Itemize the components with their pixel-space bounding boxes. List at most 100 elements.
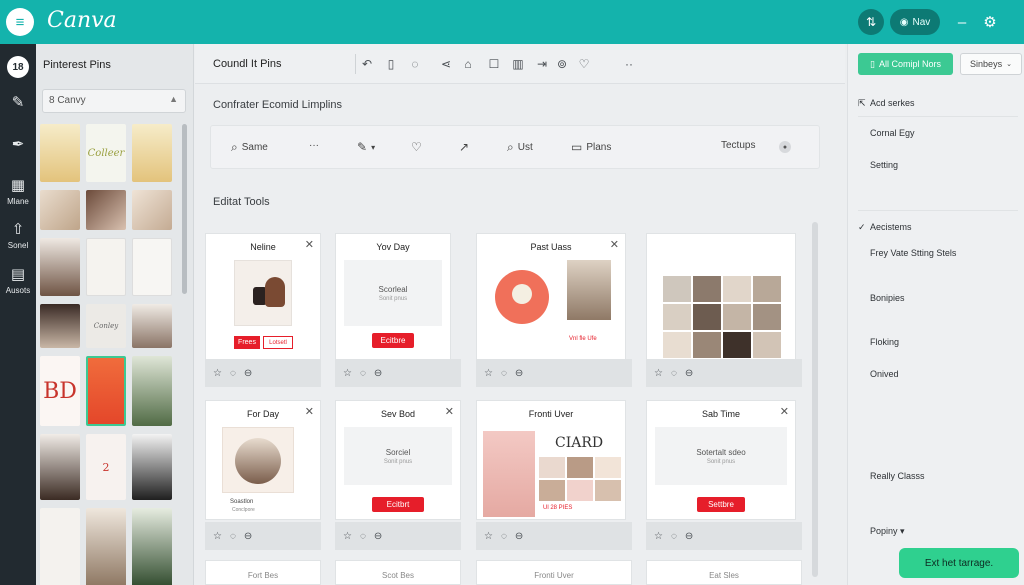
more-button[interactable]: ··· <box>309 140 319 151</box>
layout-icon[interactable]: ▥ <box>509 55 527 73</box>
rail-item-assets[interactable]: ▤ Ausots <box>0 266 36 295</box>
comment-icon[interactable]: ◌ <box>360 368 366 379</box>
template-thumb[interactable] <box>132 124 172 182</box>
save-button[interactable]: ⌕ Same <box>231 140 268 155</box>
pin-card[interactable]: For Day ✕ Soastlon Conclpore <box>205 400 321 520</box>
link-icon[interactable]: ⊖ <box>515 368 523 379</box>
pin-card-partial[interactable]: Scot Bes <box>335 560 461 585</box>
comment-icon[interactable]: ◌ <box>360 531 366 542</box>
star-icon[interactable]: ☆ <box>343 368 352 379</box>
file-icon[interactable]: ▯ <box>382 55 400 73</box>
panel-item[interactable]: Cornal Egy <box>870 127 915 140</box>
panel-item[interactable]: Acd serkes <box>858 97 914 110</box>
rail-item-media[interactable]: ▦ Mlane <box>0 177 36 206</box>
template-thumb[interactable]: 2 <box>86 434 126 500</box>
comment-icon[interactable]: ◌ <box>230 368 236 379</box>
comment-icon[interactable]: ◌ <box>230 531 236 542</box>
panel-item[interactable]: Onived <box>870 368 899 381</box>
panel-item[interactable]: Floking <box>870 336 899 349</box>
star-icon[interactable]: ☆ <box>213 368 222 379</box>
star-icon[interactable]: ☆ <box>654 531 663 542</box>
link-icon[interactable]: ⊖ <box>374 368 382 379</box>
template-thumb[interactable] <box>132 190 172 230</box>
close-icon[interactable]: ✕ <box>305 405 314 418</box>
more-icon[interactable]: ·· <box>620 55 638 73</box>
heart-icon[interactable]: ♡ <box>575 55 593 73</box>
star-icon[interactable]: ☆ <box>213 531 222 542</box>
brand-logo[interactable]: Canva <box>47 8 117 33</box>
free-button[interactable]: Frees <box>234 336 260 349</box>
template-thumb[interactable] <box>86 508 126 585</box>
template-thumb[interactable] <box>132 434 172 500</box>
comment-icon[interactable]: ◌ <box>501 531 507 542</box>
link-icon[interactable]: ⊖ <box>244 531 252 542</box>
plans-button[interactable]: ▭ Plans <box>571 140 611 154</box>
template-thumb[interactable] <box>86 356 126 426</box>
star-icon[interactable]: ☆ <box>484 368 493 379</box>
library-scrollbar[interactable] <box>182 124 187 294</box>
template-thumb[interactable] <box>132 304 172 348</box>
template-thumb[interactable]: Conley <box>86 304 126 348</box>
upload-icon[interactable]: ⇅ <box>858 9 884 35</box>
comment-icon[interactable]: ◌ <box>671 368 677 379</box>
comment-icon[interactable]: ◌ <box>671 531 677 542</box>
pin-card-partial[interactable]: Eat Sles <box>646 560 802 585</box>
template-thumb[interactable] <box>132 238 172 296</box>
star-icon[interactable]: ☆ <box>343 531 352 542</box>
link-icon[interactable]: ⊖ <box>244 368 252 379</box>
view-select[interactable]: Sinbeys ⌄ <box>960 53 1022 75</box>
search-button[interactable]: ⌕ Ust <box>507 140 533 155</box>
template-thumb[interactable] <box>40 124 80 182</box>
bookmark-icon[interactable]: ⌂ <box>459 55 477 73</box>
star-icon[interactable]: ☆ <box>484 531 493 542</box>
template-thumb[interactable] <box>86 238 126 296</box>
share-button[interactable]: ↗ <box>459 140 469 154</box>
new-button[interactable]: ◉ Nav <box>890 9 940 35</box>
panel-item[interactable]: Frey Vate Stting Stels <box>870 247 960 260</box>
template-thumb[interactable] <box>132 508 172 585</box>
rail-item-brush[interactable]: ✎ <box>0 94 36 112</box>
minus-icon[interactable]: – <box>950 10 974 34</box>
star-icon[interactable]: ☆ <box>654 368 663 379</box>
panel-item[interactable]: Popiny ▾ <box>870 525 905 538</box>
template-thumb[interactable]: BD <box>40 356 80 426</box>
forward-icon[interactable]: ⇥ <box>533 55 551 73</box>
rail-item-pen[interactable]: ✒ <box>0 136 36 154</box>
panel-item[interactable]: Setting <box>870 159 898 172</box>
pin-card[interactable]: Fronti Uver CIARD Ul 28 PIES <box>476 400 626 520</box>
home-button[interactable]: 18 <box>7 56 29 78</box>
layers-icon[interactable]: ≡ <box>6 8 34 36</box>
pin-card-partial[interactable]: Fronti Uver <box>476 560 632 585</box>
template-thumb[interactable] <box>40 434 80 500</box>
pin-card-partial[interactable]: Fort Bes <box>205 560 321 585</box>
comment-icon[interactable]: ◌ <box>406 55 424 73</box>
template-thumb[interactable]: Colleer <box>86 124 126 182</box>
link-icon[interactable]: ⊖ <box>685 368 693 379</box>
primary-action-button[interactable]: ▯ All Comipl Nors <box>858 53 953 75</box>
edit-button[interactable]: Ecitbre <box>372 333 414 348</box>
close-icon[interactable]: ✕ <box>780 405 789 418</box>
template-thumb[interactable] <box>132 356 172 426</box>
edit-icon[interactable]: ☐ <box>485 55 503 73</box>
favorite-button[interactable]: ♡ <box>411 140 422 154</box>
pin-card[interactable]: Sab Time ✕ Sotertalt sdeo Sonit pnus Set… <box>646 400 796 520</box>
pin-card[interactable]: Sev Bod ✕ Sorciel Sonit pnus Ecitbrt <box>335 400 461 520</box>
share-icon[interactable]: ⋖ <box>437 55 455 73</box>
close-icon[interactable]: ✕ <box>445 405 454 418</box>
template-thumb[interactable] <box>40 238 80 296</box>
rail-item-upload[interactable]: ⇧ Sonel <box>0 221 36 250</box>
comment-icon[interactable]: ◌ <box>501 368 507 379</box>
user-icon[interactable]: ⊚ <box>553 55 571 73</box>
notification-toast[interactable]: Ext het tarrage. <box>899 548 1019 578</box>
link-icon[interactable]: ⊖ <box>374 531 382 542</box>
close-icon[interactable]: ✕ <box>305 238 314 251</box>
panel-item[interactable]: Really Classs <box>870 470 925 483</box>
settings-button[interactable]: Tectups <box>721 140 755 151</box>
close-icon[interactable]: ✕ <box>610 238 619 251</box>
template-thumb[interactable] <box>40 508 80 585</box>
close-icon[interactable]: ● <box>779 141 791 153</box>
template-thumb[interactable] <box>40 190 80 230</box>
template-thumb[interactable] <box>86 190 126 230</box>
panel-item[interactable]: Aecistems <box>858 221 911 234</box>
brush-button[interactable]: ✎ ▾ <box>357 140 375 154</box>
